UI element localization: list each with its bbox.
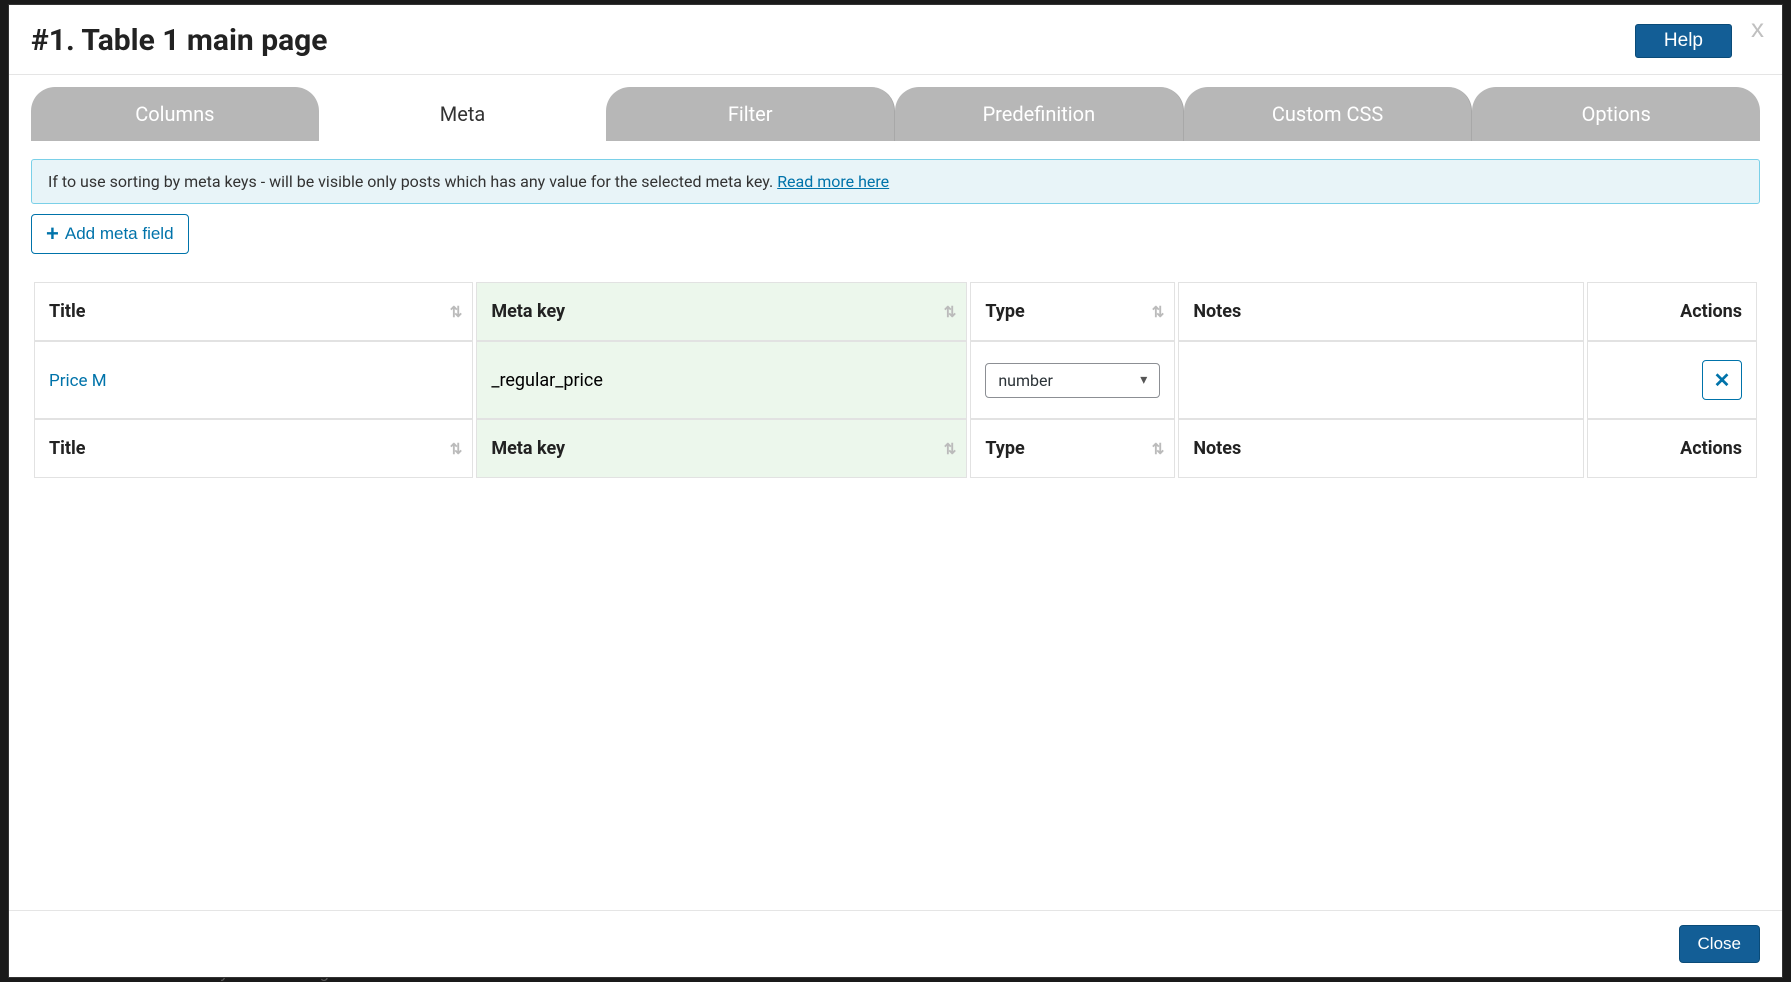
modal-header: #1. Table 1 main page Help x [9,5,1782,75]
col-meta-key[interactable]: Meta key [476,282,967,341]
type-select[interactable]: number ▾ [985,363,1160,398]
tab-predefinition[interactable]: Predefinition [895,87,1184,141]
col-actions: Actions [1587,282,1757,341]
close-icon[interactable]: x [1751,13,1764,44]
tab-custom-css[interactable]: Custom CSS [1184,87,1473,141]
col-actions-footer: Actions [1587,419,1757,478]
table-row: Price M _regular_price number ▾ ✕ [34,341,1757,419]
row-title-link[interactable]: Price M [49,371,107,391]
modal-body: Columns Meta Filter Predefinition Custom… [9,75,1782,910]
cell-title: Price M [34,341,473,419]
modal-title: #1. Table 1 main page [31,23,327,58]
tab-columns[interactable]: Columns [31,87,319,141]
info-banner: If to use sorting by meta keys - will be… [31,159,1760,204]
plus-icon: + [46,223,59,245]
col-type-footer[interactable]: Type [970,419,1175,478]
tab-options[interactable]: Options [1472,87,1760,141]
chevron-down-icon: ▾ [1140,372,1147,388]
cell-type: number ▾ [970,341,1175,419]
delete-row-button[interactable]: ✕ [1702,360,1742,400]
modal-footer: Close [9,910,1782,977]
info-link[interactable]: Read more here [777,172,889,191]
cell-notes [1178,341,1584,419]
close-icon: ✕ [1714,368,1731,393]
add-meta-field-button[interactable]: + Add meta field [31,214,189,254]
add-meta-field-label: Add meta field [65,224,174,244]
table-header-row: Title Meta key Type Notes Actions [34,282,1757,341]
col-type[interactable]: Type [970,282,1175,341]
info-text: If to use sorting by meta keys - will be… [48,172,777,191]
meta-fields-table: Title Meta key Type Notes Actions Price … [31,282,1760,478]
tab-meta[interactable]: Meta [319,87,607,141]
cell-actions: ✕ [1587,341,1757,419]
cell-meta-key: _regular_price [476,341,967,419]
modal-dialog: #1. Table 1 main page Help x Columns Met… [8,4,1783,978]
help-button[interactable]: Help [1635,24,1732,58]
close-button[interactable]: Close [1679,925,1760,963]
col-title[interactable]: Title [34,282,473,341]
type-select-value: number [998,371,1053,390]
col-title-footer[interactable]: Title [34,419,473,478]
tab-bar: Columns Meta Filter Predefinition Custom… [31,87,1760,141]
tab-filter[interactable]: Filter [606,87,895,141]
col-notes: Notes [1178,282,1584,341]
col-meta-key-footer[interactable]: Meta key [476,419,967,478]
col-notes-footer: Notes [1178,419,1584,478]
table-footer-row: Title Meta key Type Notes Actions [34,419,1757,478]
